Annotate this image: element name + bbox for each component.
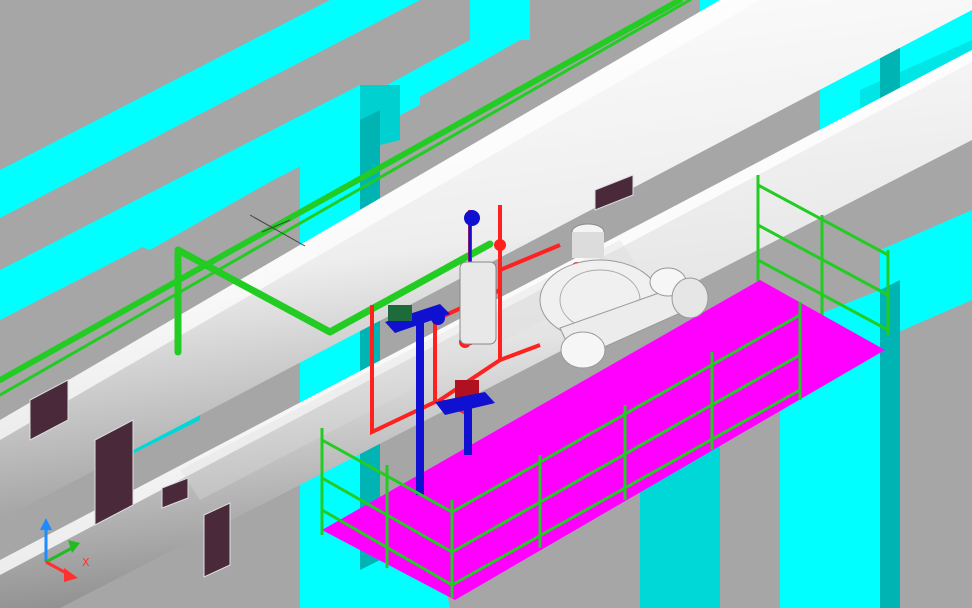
cad-3d-viewport[interactable]: X xyxy=(0,0,972,608)
model-space-canvas[interactable]: X xyxy=(0,0,972,608)
ucs-x-label: X xyxy=(82,556,90,569)
tag-plate-4 xyxy=(203,502,231,578)
